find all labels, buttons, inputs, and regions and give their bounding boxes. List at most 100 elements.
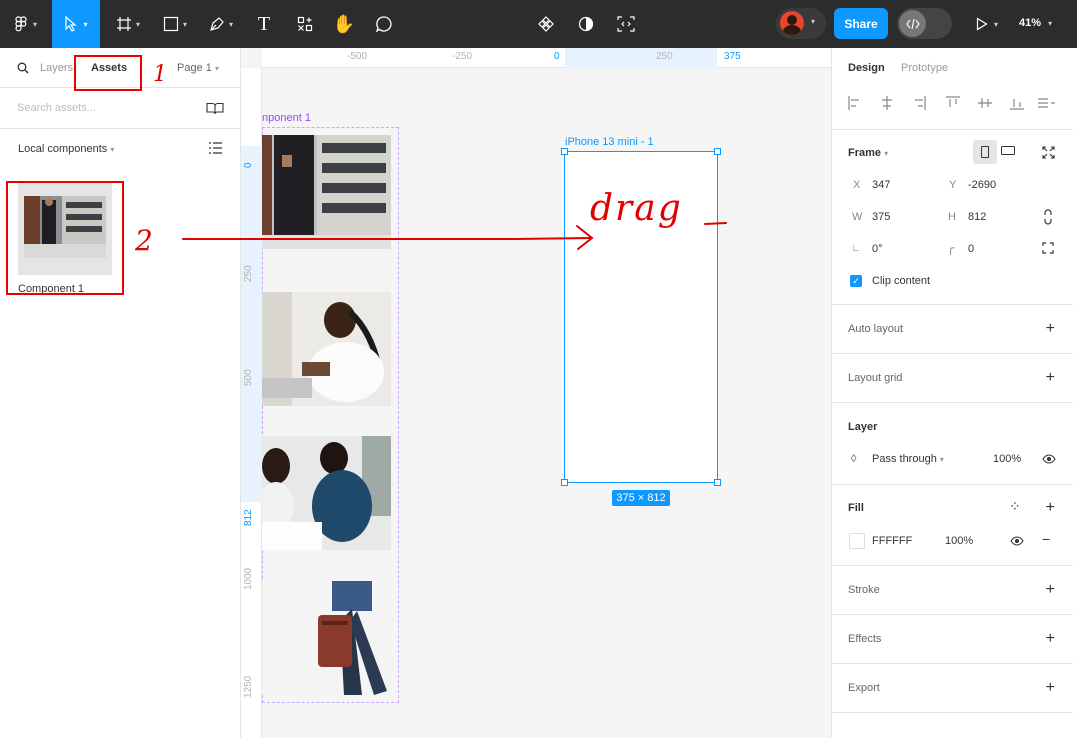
- stroke-section: Stroke +: [832, 566, 1073, 615]
- photo-meeting[interactable]: [262, 436, 391, 550]
- add-auto-layout-icon[interactable]: +: [1046, 321, 1055, 337]
- x-label: X: [853, 179, 861, 191]
- component-frame-label[interactable]: nponent 1: [262, 112, 311, 124]
- comment-tool-button[interactable]: [370, 0, 398, 48]
- crop-button[interactable]: [613, 0, 639, 48]
- chevron-down-icon: ▾: [228, 19, 233, 29]
- pen-icon: [210, 17, 224, 31]
- ruler-tick: 375: [724, 51, 741, 62]
- search-assets-input[interactable]: [17, 102, 187, 114]
- frame-dropdown[interactable]: Frame ▾: [848, 147, 888, 159]
- photo-woman-laptop[interactable]: [262, 292, 391, 406]
- move-tool-button[interactable]: ▾: [52, 0, 100, 48]
- layout-grid-title: Layout grid: [848, 372, 903, 384]
- add-effect-icon[interactable]: +: [1046, 631, 1055, 647]
- chevron-down-icon: ▾: [32, 19, 37, 29]
- constrain-proportions-icon[interactable]: [1043, 209, 1053, 225]
- list-view-icon[interactable]: [209, 142, 222, 154]
- resize-handle[interactable]: [714, 479, 721, 486]
- main-menu-button[interactable]: ▾: [6, 0, 46, 48]
- eye-icon[interactable]: [1010, 536, 1024, 546]
- w-input[interactable]: 375: [872, 211, 890, 223]
- canvas[interactable]: -500 -250 0 250 375 0 250 500 812 1000 1…: [241, 48, 831, 738]
- fill-title: Fill: [848, 502, 864, 514]
- component-button[interactable]: [533, 0, 559, 48]
- tab-design[interactable]: Design: [848, 62, 885, 74]
- top-toolbar: ▾ ▾ ▾ ▾ ▾ T ✋ ▾ Share ▾ 41% ▾: [0, 0, 1077, 48]
- y-input[interactable]: -2690: [968, 179, 996, 191]
- fill-hex-input[interactable]: FFFFFF: [872, 535, 912, 547]
- resize-handle[interactable]: [561, 148, 568, 155]
- mask-button[interactable]: [573, 0, 599, 48]
- style-icon[interactable]: ⁘: [1009, 498, 1021, 515]
- component-icon: [538, 16, 554, 32]
- rectangle-icon: [163, 16, 179, 32]
- add-fill-icon[interactable]: +: [1046, 500, 1055, 516]
- page-selector[interactable]: Page 1 ▾: [177, 62, 219, 74]
- iphone-frame-label[interactable]: iPhone 13 mini - 1: [565, 136, 654, 148]
- x-input[interactable]: 347: [872, 179, 890, 191]
- clip-content-label: Clip content: [872, 275, 931, 287]
- tab-layers[interactable]: Layers: [40, 62, 73, 74]
- frame-icon: [116, 17, 131, 31]
- zoom-menu[interactable]: 41% ▾: [1019, 17, 1052, 29]
- fill-section: Fill ⁘ + FFFFFF 100% −: [832, 485, 1073, 566]
- drag-label: drag: [590, 188, 683, 229]
- ruler-tick: 1000: [243, 567, 254, 590]
- photo-businessman[interactable]: [262, 135, 391, 249]
- present-button[interactable]: ▾: [970, 0, 1004, 48]
- independent-corners-icon[interactable]: [1042, 242, 1054, 254]
- landscape-icon[interactable]: [1001, 146, 1015, 155]
- chevron-down-icon: ▾: [993, 19, 998, 29]
- search-icon[interactable]: [17, 62, 29, 74]
- tab-prototype[interactable]: Prototype: [901, 62, 948, 74]
- fill-opacity-input[interactable]: 100%: [945, 535, 973, 547]
- h-input[interactable]: 812: [968, 211, 986, 223]
- book-icon[interactable]: [206, 102, 224, 115]
- add-stroke-icon[interactable]: +: [1046, 582, 1055, 598]
- comment-icon: [375, 16, 392, 33]
- resize-handle[interactable]: [714, 148, 721, 155]
- local-components-toggle[interactable]: Local components ▾: [18, 143, 114, 155]
- fill-color-swatch[interactable]: [849, 533, 865, 549]
- effects-title: Effects: [848, 633, 882, 645]
- portrait-button[interactable]: [973, 140, 997, 164]
- right-panel: Design Prototype Frame ▾ X 347 Y -2690 W…: [831, 48, 1077, 738]
- multiplayer-menu[interactable]: ▾: [776, 8, 826, 39]
- ruler-tick: 250: [656, 51, 673, 62]
- add-layout-grid-icon[interactable]: +: [1046, 370, 1055, 386]
- resources-button[interactable]: [290, 0, 320, 48]
- dev-mode-toggle[interactable]: [897, 8, 952, 39]
- export-title: Export: [848, 682, 880, 694]
- align-icons[interactable]: [848, 96, 1063, 110]
- shape-tool-button[interactable]: ▾: [155, 0, 195, 48]
- code-icon: [899, 10, 926, 37]
- ruler-tick: -250: [452, 51, 473, 62]
- pen-tool-button[interactable]: ▾: [200, 0, 242, 48]
- resize-handle[interactable]: [561, 479, 568, 486]
- zoom-value: 41%: [1019, 17, 1042, 29]
- photo-briefcase[interactable]: [262, 581, 391, 695]
- share-button[interactable]: Share: [834, 8, 888, 39]
- ruler-tick: 1250: [243, 675, 254, 698]
- frame-tool-button[interactable]: ▾: [108, 0, 148, 48]
- blend-mode-dropdown[interactable]: Pass through ▾: [872, 453, 944, 465]
- rotation-input[interactable]: 0°: [872, 243, 883, 255]
- code-frame-icon: [617, 16, 635, 32]
- add-export-icon[interactable]: +: [1046, 680, 1055, 696]
- hand-tool-button[interactable]: ✋: [330, 0, 358, 48]
- corner-radius-input[interactable]: 0: [968, 243, 974, 255]
- avatar[interactable]: [780, 11, 804, 35]
- chevron-down-icon: ▾: [135, 19, 140, 29]
- ruler-left: 0 250 500 812 1000 1250: [241, 68, 262, 738]
- remove-fill-icon[interactable]: −: [1042, 531, 1050, 547]
- figma-app: ▾ ▾ ▾ ▾ ▾ T ✋ ▾ Share ▾ 41% ▾ Layers Ass…: [0, 0, 1077, 738]
- text-tool-button[interactable]: T: [250, 0, 278, 48]
- clip-content-checkbox[interactable]: ✓: [850, 275, 862, 287]
- eye-icon[interactable]: [1042, 454, 1056, 464]
- layer-opacity-input[interactable]: 100%: [993, 453, 1021, 465]
- fit-icon[interactable]: [1042, 146, 1055, 159]
- step-1-label: 1: [153, 62, 167, 87]
- layer-title: Layer: [848, 421, 878, 433]
- chevron-down-icon: ▾: [110, 145, 115, 154]
